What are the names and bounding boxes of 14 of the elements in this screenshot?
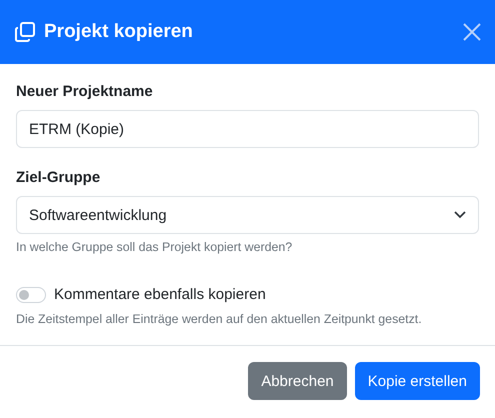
field-label: Neuer Projektname xyxy=(16,82,153,102)
input-field[interactable]: ETRM (Kopie) xyxy=(16,110,479,148)
switch-label: Kommentare ebenfalls kopieren xyxy=(54,285,266,305)
field-label: Ziel-Gruppe xyxy=(16,168,100,188)
help-text: In welche Gruppe soll das Projekt kopiert werden? xyxy=(16,239,292,256)
create-button[interactable]: Kopie erstellen xyxy=(354,362,480,400)
chevron-down-icon xyxy=(454,211,466,219)
dialog-title: Projekt kopieren xyxy=(44,21,194,43)
help-text: Die Zeitstempel aller Einträge werden auf den aktuellen Zeitpunkt gesetzt. xyxy=(16,311,422,328)
toggle-switch[interactable] xyxy=(16,287,46,303)
copy-icon xyxy=(14,21,36,43)
cancel-button[interactable]: Abbrechen xyxy=(248,362,347,400)
close-icon[interactable] xyxy=(463,23,481,41)
select-field[interactable]: Softwareentwicklung xyxy=(16,196,479,234)
